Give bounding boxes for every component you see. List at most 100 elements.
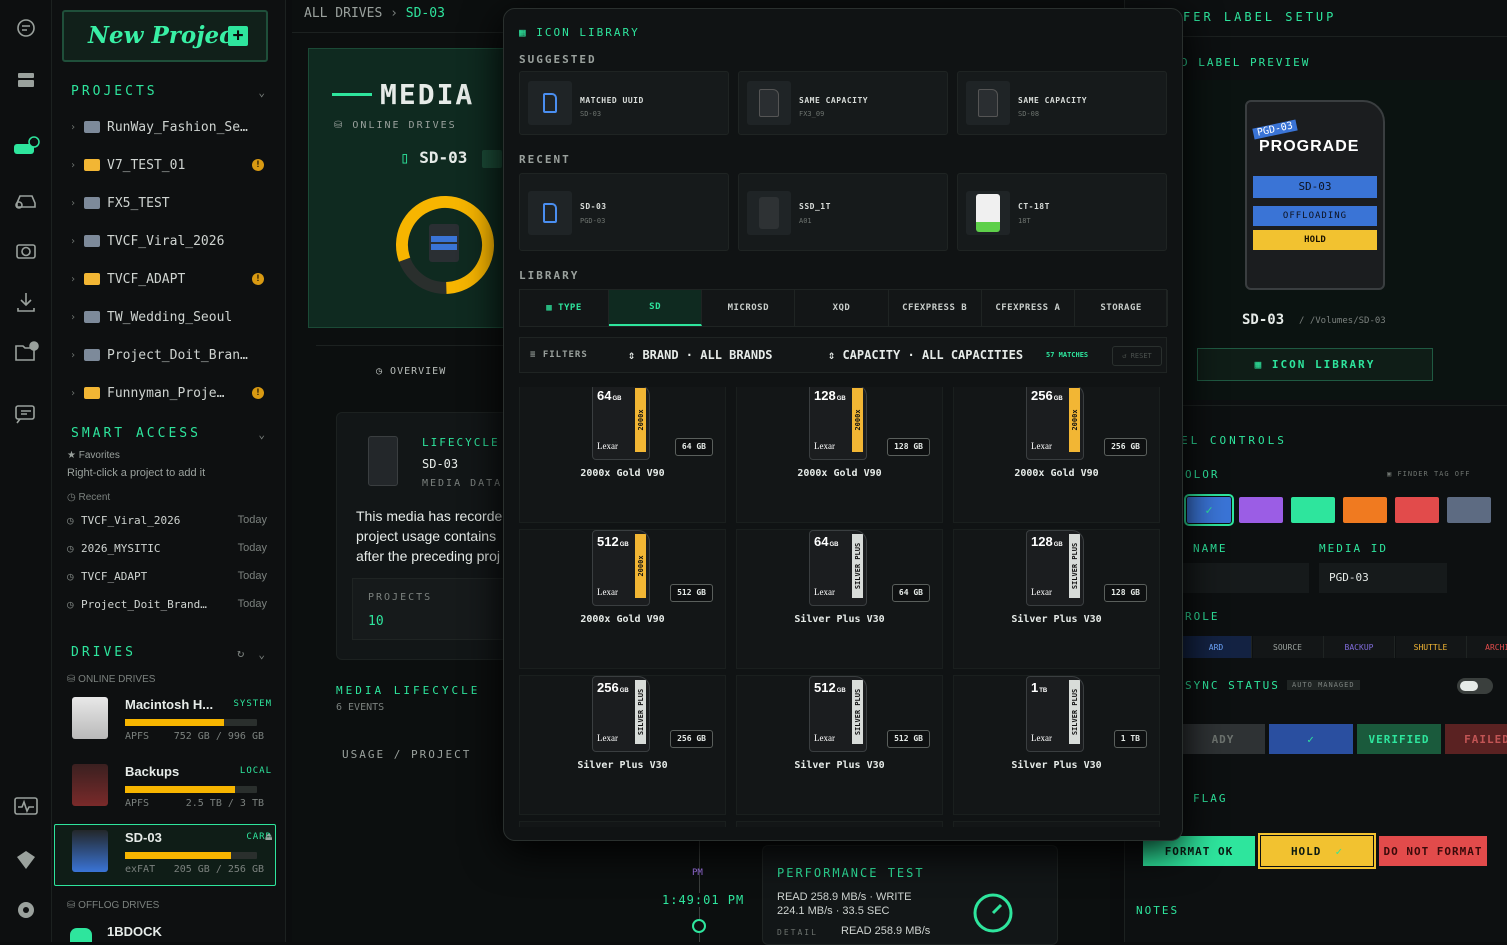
eject-icon[interactable]: ⏏	[265, 830, 272, 843]
library-card[interactable]	[736, 821, 943, 827]
chevron-right-icon[interactable]: ›	[70, 312, 84, 323]
new-project-button[interactable]: New Project +	[62, 10, 268, 62]
recent-card[interactable]: SD-03 PGD-03	[519, 173, 729, 251]
role-card[interactable]: ARD	[1181, 636, 1252, 658]
tab-microsd[interactable]: MICROSD	[702, 290, 796, 326]
suggested-card[interactable]: MATCHED UUID SD-03	[519, 71, 729, 135]
flag-hold[interactable]: HOLD ✓	[1258, 833, 1376, 869]
media-id-field[interactable]: PGD-03	[1319, 563, 1447, 593]
chat-icon[interactable]	[12, 400, 40, 428]
capacity-filter[interactable]: ⇕ CAPACITY · ALL CAPACITIES	[828, 348, 1023, 362]
recent-item[interactable]: ◷ TVCF_Viral_2026 Today	[67, 514, 267, 527]
library-card[interactable]: 256GB 2000x Lexar 256 GB 2000x Gold V90	[953, 387, 1160, 523]
finder-tag-toggle[interactable]: ▣ FINDER TAG OFF	[1387, 470, 1470, 478]
drive-active-icon[interactable]	[12, 134, 40, 162]
color-swatch[interactable]	[1447, 497, 1491, 523]
color-swatch[interactable]	[1343, 497, 1387, 523]
tab-storage[interactable]: STORAGE	[1075, 290, 1169, 326]
chevron-down-icon[interactable]: ⌄	[258, 86, 265, 99]
capacity-badge: 512 GB	[670, 584, 713, 602]
chevron-right-icon[interactable]: ›	[70, 236, 84, 247]
library-card[interactable]	[953, 821, 1160, 827]
project-item[interactable]: › V7_TEST_01!	[70, 154, 280, 176]
brain-icon[interactable]	[12, 14, 40, 42]
tab-cfexpress-a[interactable]: CFEXPRESS A	[982, 290, 1075, 326]
suggested-card[interactable]: SAME CAPACITY SD-08	[957, 71, 1167, 135]
project-item[interactable]: › TVCF_Viral_2026	[70, 230, 280, 252]
library-card[interactable]: 256GB SILVER PLUS Lexar 256 GB Silver Plus V…	[519, 675, 726, 815]
flag-do-not-format[interactable]: DO NOT FORMAT	[1379, 836, 1487, 866]
project-item[interactable]: › TVCF_ADAPT!	[70, 268, 280, 290]
stack-icon[interactable]	[12, 66, 40, 94]
drive-item[interactable]: SD-03 CARD exFAT 205 GB / 256 GB ⏏	[64, 830, 274, 878]
project-item[interactable]: › FX5_TEST	[70, 192, 280, 214]
chevron-right-icon[interactable]: ›	[70, 160, 84, 171]
chevron-right-icon[interactable]: ›	[70, 388, 84, 399]
drive-item[interactable]: Macintosh H... SYSTEM APFS 752 GB / 996 GB	[64, 697, 274, 745]
role-archive[interactable]: ARCHIVE	[1467, 636, 1507, 658]
drive-item[interactable]: Backups LOCAL APFS 2.5 TB / 3 TB	[64, 764, 274, 812]
download-icon[interactable]	[12, 288, 40, 316]
tab-overview[interactable]: ◷ OVERVIEW	[376, 366, 446, 377]
reset-button[interactable]: ↺ RESET	[1112, 346, 1162, 366]
library-card[interactable]	[519, 821, 726, 827]
project-item[interactable]: › Funnyman_Proje…!	[70, 382, 280, 404]
icon-library-button[interactable]: ▦ ICON LIBRARY	[1197, 348, 1433, 381]
car-icon[interactable]	[12, 186, 40, 214]
library-card[interactable]: 512GB 2000x Lexar 512 GB 2000x Gold V90	[519, 529, 726, 669]
chevron-down-icon[interactable]: ⌄	[258, 428, 265, 441]
camera-icon[interactable]	[12, 236, 40, 264]
recent-item[interactable]: ◷ Project_Doit_Brand… Today	[67, 598, 267, 611]
offline-drive-name[interactable]: 1BDOCK	[107, 924, 162, 939]
sync-state-2[interactable]: VERIFIED	[1357, 724, 1441, 754]
library-card[interactable]: 64GB SILVER PLUS Lexar 64 GB Silver Plus V30	[736, 529, 943, 669]
library-card[interactable]: 128GB SILVER PLUS Lexar 128 GB Silver Plus V…	[953, 529, 1160, 669]
recent-item[interactable]: ◷ 2026_MYSITIC Today	[67, 542, 267, 555]
drive-name: SD-03	[1242, 312, 1285, 328]
suggested-card[interactable]: SAME CAPACITY FX3_09	[738, 71, 948, 135]
name-field[interactable]	[1181, 563, 1309, 593]
recent-card[interactable]: CT-18T 18T	[957, 173, 1167, 251]
color-swatch[interactable]	[1239, 497, 1283, 523]
role-shuttle[interactable]: SHUTTLE	[1395, 636, 1467, 658]
sync-state-3[interactable]: FAILED	[1445, 724, 1507, 754]
library-card[interactable]: 1TB SILVER PLUS Lexar 1 TB Silver Plus V30	[953, 675, 1160, 815]
library-card[interactable]: 64GB 2000x Lexar 64 GB 2000x Gold V90	[519, 387, 726, 523]
sync-state-selected[interactable]: ✓	[1269, 724, 1353, 754]
role-backup[interactable]: BACKUP	[1324, 636, 1395, 658]
brand-filter[interactable]: ⇕ BRAND · ALL BRANDS	[628, 348, 773, 362]
refresh-icon[interactable]: ↻	[237, 646, 244, 660]
activity-icon[interactable]	[12, 792, 40, 820]
color-swatch[interactable]	[1395, 497, 1439, 523]
settings-gear-icon[interactable]	[12, 896, 40, 924]
sync-state-0[interactable]: ADY	[1181, 724, 1265, 754]
color-swatch[interactable]: ✓	[1184, 494, 1234, 526]
library-card[interactable]: 128GB 2000x Lexar 128 GB 2000x Gold V90	[736, 387, 943, 523]
tab-cfexpress-b[interactable]: CFEXPRESS B	[889, 290, 982, 326]
color-swatch[interactable]	[1291, 497, 1335, 523]
folder-icon	[84, 273, 100, 285]
timeline-node[interactable]	[692, 919, 706, 933]
project-item[interactable]: › Project_Doit_Bran…	[70, 344, 280, 366]
chevron-down-icon[interactable]: ⌄	[258, 648, 265, 661]
clock-icon: ◷	[67, 570, 74, 583]
media-id-label: MEDIA ID	[1319, 542, 1388, 555]
logo-icon[interactable]	[12, 846, 40, 874]
folder-help-icon[interactable]	[12, 338, 40, 366]
breadcrumb-root[interactable]: ALL DRIVES	[304, 6, 382, 21]
recent-item[interactable]: ◷ TVCF_ADAPT Today	[67, 570, 267, 583]
project-item[interactable]: › RunWay_Fashion_Se…	[70, 116, 280, 138]
sync-toggle[interactable]	[1457, 678, 1493, 694]
chevron-right-icon[interactable]: ›	[70, 350, 84, 361]
sd-stripe: SILVER PLUS	[1069, 680, 1080, 744]
project-item[interactable]: › TW_Wedding_Seoul	[70, 306, 280, 328]
role-source[interactable]: SOURCE	[1252, 636, 1324, 658]
tab-sd[interactable]: SD	[609, 290, 703, 326]
chevron-right-icon[interactable]: ›	[70, 198, 84, 209]
tab-xqd[interactable]: XQD	[795, 290, 889, 326]
recent-card[interactable]: SSD_1T A01	[738, 173, 948, 251]
library-card[interactable]: 512GB SILVER PLUS Lexar 512 GB Silver Plus V…	[736, 675, 943, 815]
chevron-right-icon[interactable]: ›	[70, 122, 84, 133]
chevron-right-icon[interactable]: ›	[70, 274, 84, 285]
recent-date: Today	[237, 570, 267, 582]
